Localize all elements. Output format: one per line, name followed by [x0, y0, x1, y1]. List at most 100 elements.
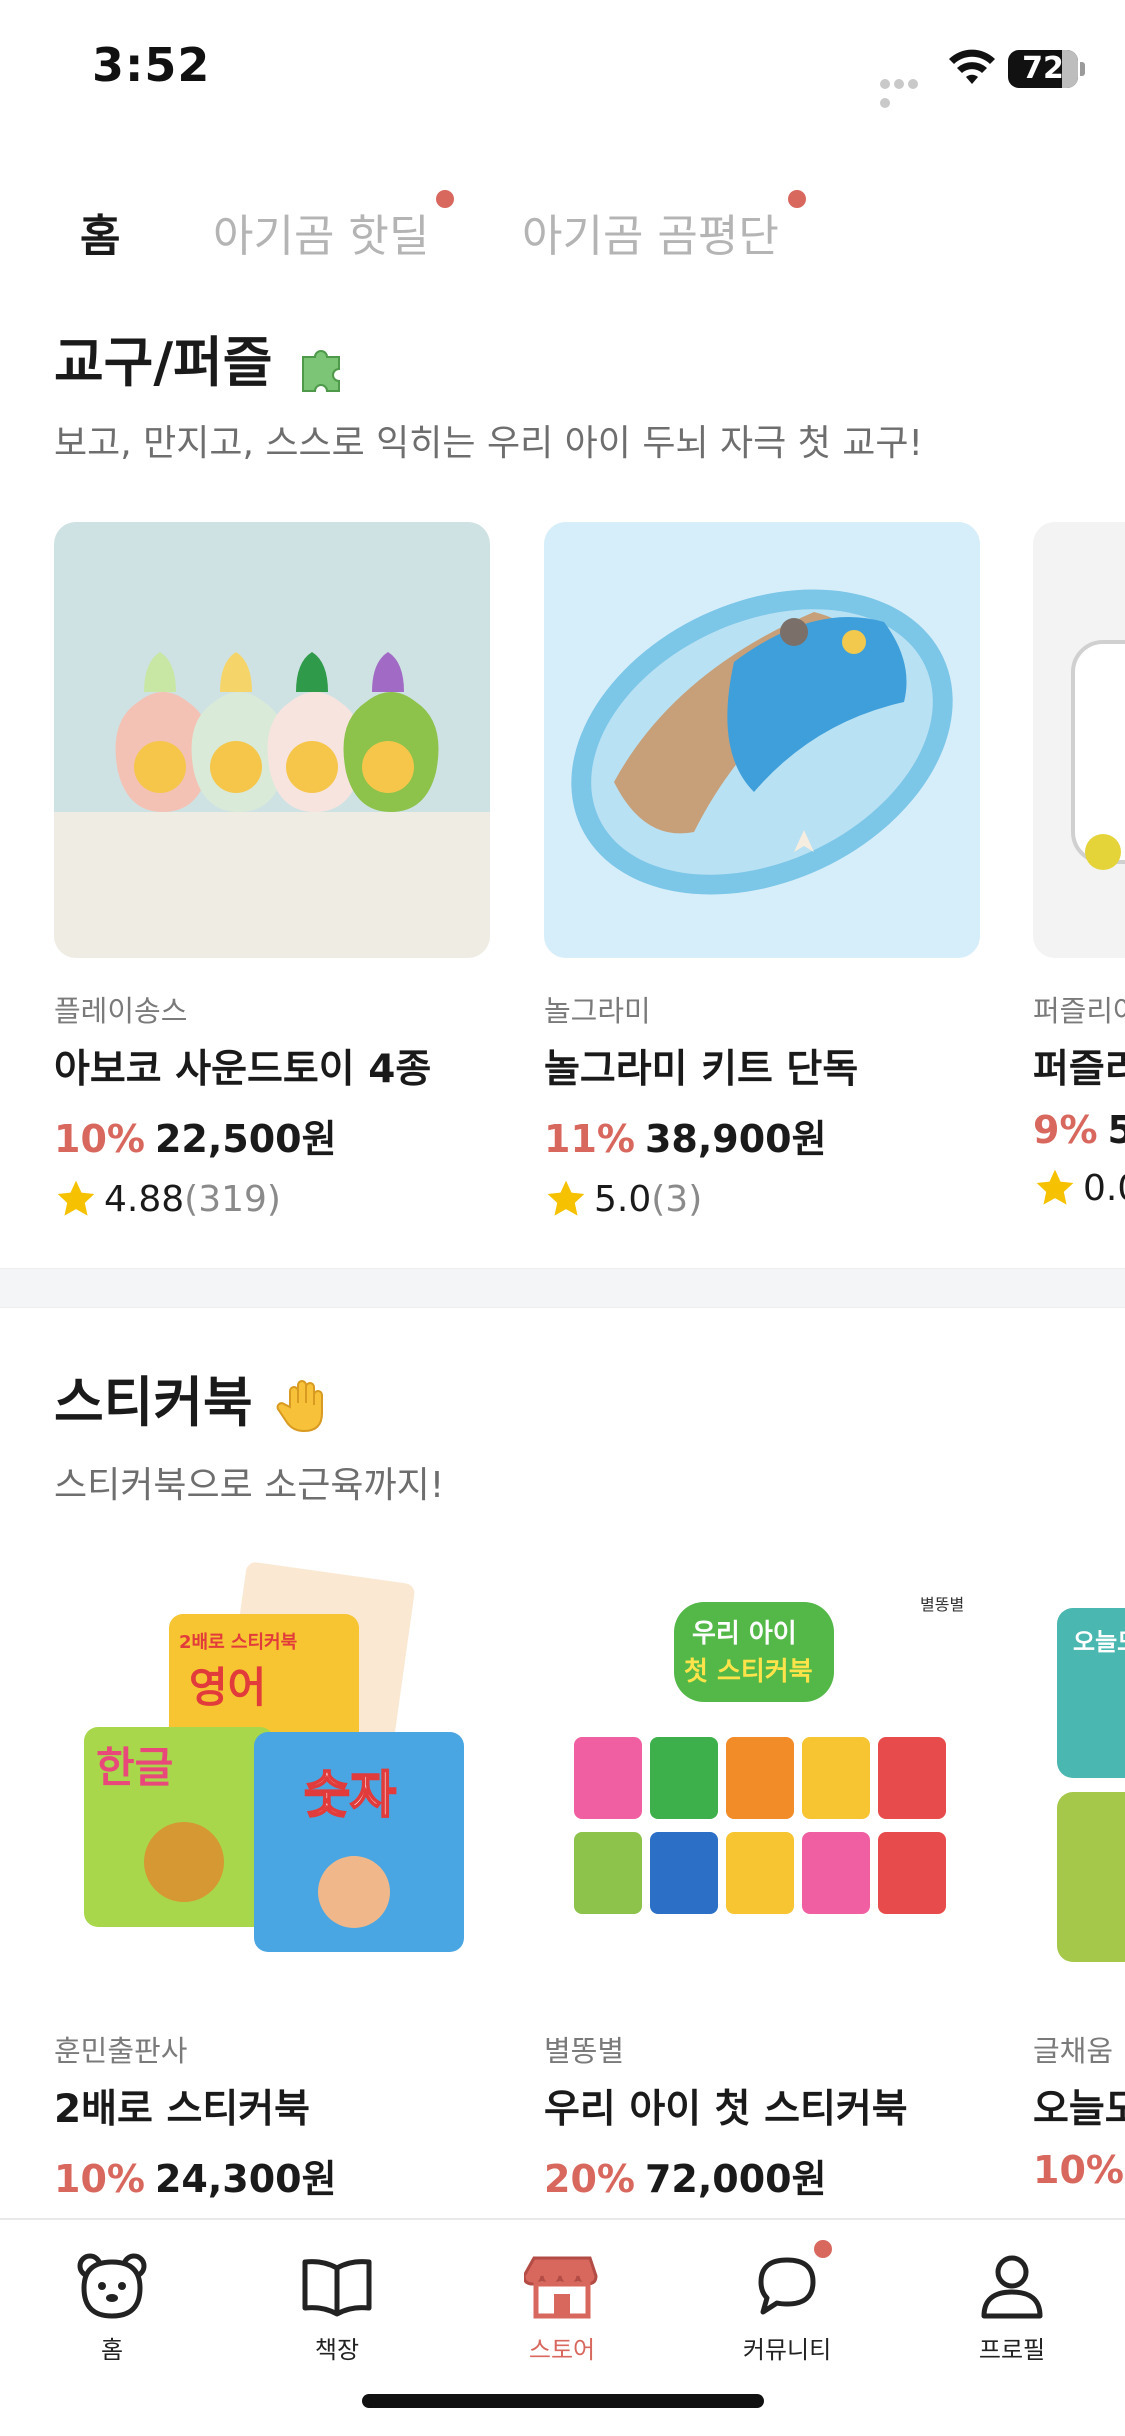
- product-image[interactable]: [54, 522, 490, 958]
- product-card[interactable]: 오늘도 글채움 오늘도 10%: [1033, 1562, 1125, 2192]
- wifi-icon: [949, 49, 995, 84]
- battery-icon: 72: [1008, 50, 1078, 88]
- puzzle-jar-image: [1071, 640, 1125, 870]
- product-rating: 4.88: [104, 1178, 185, 1220]
- product-rating: 0.0: [1083, 1167, 1125, 1209]
- product-price: 24,300원: [154, 2157, 337, 2201]
- product-price: 22,500원: [154, 1117, 337, 1161]
- nav-item-bookshelf[interactable]: 책장: [257, 2248, 417, 2365]
- tab-hotdeal-notification-dot: [436, 190, 454, 208]
- product-brand: 별똥별: [544, 2034, 625, 2068]
- cellular-signal-icon: [880, 74, 934, 108]
- product-name: 퍼즐리: [1033, 1047, 1125, 1092]
- product-price-row: 11% 38,900원: [544, 1108, 980, 1163]
- product-rating-row: 0.0: [1033, 1166, 1125, 1210]
- status-time: 3:52: [92, 38, 211, 92]
- sensory-tray-image: [544, 522, 980, 958]
- open-book-icon: [302, 2259, 372, 2317]
- nav-label: 홈: [100, 2336, 124, 2364]
- star-icon: [57, 1180, 95, 1216]
- product-image[interactable]: 2배로 스티커북 영어 한글 숫자: [54, 1562, 490, 1998]
- product-image[interactable]: [1033, 522, 1125, 958]
- product-price: 38,900원: [644, 1117, 827, 1161]
- nav-label: 스토어: [528, 2336, 596, 2364]
- nav-label: 프로필: [978, 2336, 1046, 2364]
- top-tabs: 홈 아기곰 핫딜 아기곰 곰평단: [0, 190, 1125, 270]
- home-indicator[interactable]: [362, 2394, 764, 2408]
- status-bar: 3:52 72: [0, 0, 1125, 140]
- chat-bubble-icon: [758, 2257, 816, 2315]
- section-title-text: 교구/퍼즐: [54, 331, 273, 394]
- product-discount: 10%: [54, 2157, 145, 2201]
- product-name: 아보코 사운드토이 4종: [54, 1047, 432, 1092]
- product-price-row: 10% 22,500원: [54, 1108, 490, 1163]
- product-card[interactable]: 퍼즐리아 퍼즐리 9%5 0.0: [1033, 522, 1125, 1210]
- image-caption: 우리 아이: [692, 1619, 797, 1649]
- product-price-row: 10% 24,300원: [54, 2148, 490, 2203]
- product-name: 2배로 스티커북: [54, 2087, 310, 2132]
- tab-home[interactable]: 홈: [80, 200, 120, 264]
- product-rating: 5.0: [594, 1178, 652, 1220]
- section-title-text: 스티커북: [54, 1371, 253, 1434]
- product-brand: 플레이송스: [54, 994, 188, 1028]
- product-review-count: (3): [651, 1178, 703, 1220]
- image-caption: 영어: [189, 1663, 266, 1712]
- nav-item-store[interactable]: 스토어: [482, 2248, 642, 2365]
- avocado-toy-image: [54, 522, 490, 958]
- image-caption: 첫 스티커북: [684, 1657, 813, 1687]
- product-rating-row: 5.0 (3): [544, 1177, 980, 1221]
- product-discount: 10%: [1033, 2148, 1124, 2192]
- product-image[interactable]: [544, 522, 980, 958]
- sticker-book-set-image: 2배로 스티커북 영어 한글 숫자: [54, 1562, 490, 1998]
- product-price: 72,000원: [644, 2157, 827, 2201]
- battery-cap: [1080, 62, 1085, 76]
- product-discount: 11%: [544, 1117, 635, 1161]
- product-name: 우리 아이 첫 스티커북: [544, 2087, 908, 2132]
- nav-item-profile[interactable]: 프로필: [932, 2248, 1092, 2365]
- product-discount: 9%: [1033, 1108, 1098, 1152]
- star-icon: [547, 1180, 585, 1216]
- product-price-row: 10%: [1033, 2148, 1125, 2192]
- store-icon: [524, 2256, 598, 2319]
- nav-label: 책장: [314, 2336, 360, 2364]
- image-caption: 한글: [96, 1743, 173, 1792]
- battery-level: 72: [1022, 51, 1064, 86]
- puzzle-piece-icon: [302, 350, 341, 393]
- nav-item-community[interactable]: 커뮤니티: [707, 2248, 867, 2365]
- product-image[interactable]: 별똥별 우리 아이 첫 스티커북: [544, 1562, 980, 1998]
- person-icon: [981, 2255, 1043, 2319]
- first-sticker-book-image: 별똥별 우리 아이 첫 스티커북: [544, 1562, 980, 1998]
- product-brand: 놀그라미: [544, 994, 651, 1028]
- product-review-count: (319): [184, 1178, 281, 1220]
- star-icon: [1036, 1169, 1074, 1205]
- product-card[interactable]: 놀그라미 놀그라미 키트 단독 11% 38,900원 5.0 (3): [544, 522, 980, 1221]
- tab-reviewers-notification-dot: [788, 190, 806, 208]
- product-card[interactable]: 별똥별 우리 아이 첫 스티커북 별똥별 우리 아이 첫 스티커북 20% 72…: [544, 1562, 980, 2203]
- product-brand: 글채움: [1033, 2034, 1114, 2068]
- tab-hotdeal[interactable]: 아기곰 핫딜: [213, 200, 429, 264]
- section-title-puzzle: 교구/퍼즐: [54, 318, 353, 397]
- product-card[interactable]: 플레이송스 아보코 사운드토이 4종 10% 22,500원 4.88 (319): [54, 522, 490, 1221]
- product-name: 오늘도: [1033, 2087, 1125, 2132]
- image-caption: 별똥별: [920, 1595, 964, 1614]
- product-price-row: 9% 5: [1033, 1108, 1125, 1152]
- product-rating-row: 4.88 (319): [54, 1177, 490, 1221]
- section-subtitle-stickerbook: 스티커북으로 소근육까지!: [54, 1465, 445, 1506]
- product-card[interactable]: 2배로 스티커북 영어 한글 숫자 훈민출판사 2배로 스티커북 10% 24,3…: [54, 1562, 490, 2203]
- section-subtitle-puzzle: 보고, 만지고, 스스로 익히는 우리 아이 두뇌 자극 첫 교구!: [54, 423, 923, 464]
- product-price: 5: [1107, 1108, 1125, 1152]
- product-brand: 훈민출판사: [54, 2034, 188, 2068]
- section-divider: [0, 1268, 1125, 1308]
- image-caption: 오늘도: [1073, 1628, 1125, 1656]
- product-price-row: 20% 72,000원: [544, 2148, 980, 2203]
- bear-face-icon: [77, 2253, 147, 2319]
- product-discount: 10%: [54, 1117, 145, 1161]
- image-caption: 숫자: [304, 1766, 396, 1824]
- section-title-stickerbook: 스티커북: [54, 1358, 334, 1437]
- tab-reviewers[interactable]: 아기곰 곰평단: [522, 200, 779, 264]
- product-brand: 퍼즐리아: [1033, 994, 1125, 1028]
- product-image[interactable]: 오늘도: [1033, 1562, 1125, 1998]
- nav-item-home[interactable]: 홈: [32, 2248, 192, 2365]
- nav-label: 커뮤니티: [742, 2336, 832, 2364]
- raised-hand-icon: [276, 1380, 323, 1433]
